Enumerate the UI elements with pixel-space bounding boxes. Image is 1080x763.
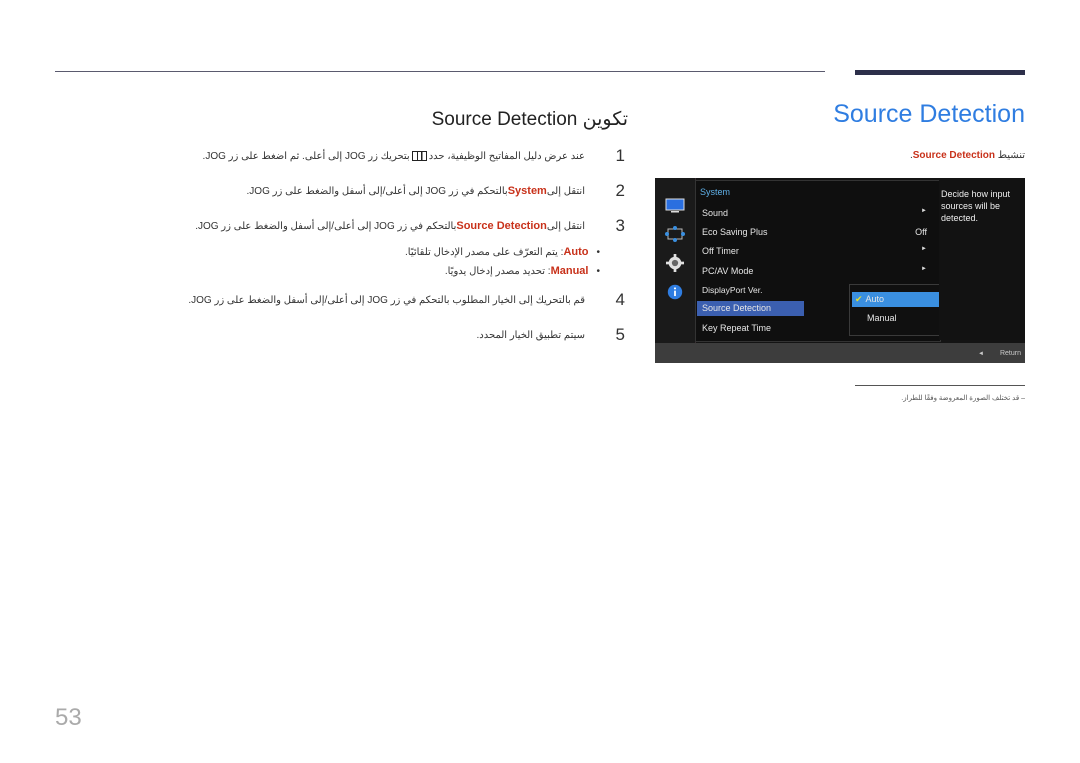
bullet-dot: • bbox=[596, 247, 600, 258]
step-number: 2 bbox=[615, 181, 625, 200]
step-highlight: Source Detection bbox=[456, 220, 547, 232]
bullet-auto: • Auto: يتم التعرّف على مصدر الإدخال تلقا… bbox=[405, 246, 600, 258]
bullet-dot: • bbox=[596, 266, 600, 277]
osd-item-sound[interactable]: Sound ► bbox=[702, 208, 927, 218]
osd-menu-screenshot: System Sound ► Eco Saving Plus Off Off Tim… bbox=[655, 178, 1025, 363]
step-number: 5 bbox=[615, 325, 625, 344]
bullet-highlight: Manual bbox=[550, 265, 589, 277]
step-text: انتقل إلى bbox=[546, 220, 585, 232]
osd-item-eco-saving-plus[interactable]: Eco Saving Plus Off bbox=[702, 227, 927, 237]
bullet-highlight: Auto bbox=[563, 246, 589, 258]
osd-item-source-detection[interactable]: Source Detection bbox=[697, 301, 804, 316]
section-title: Source Detection bbox=[833, 100, 1025, 128]
option-label: Auto bbox=[865, 294, 885, 304]
osd-item-label: PC/AV Mode bbox=[702, 266, 754, 276]
step-text-after: بالتحكم في زر JOG إلى أعلى/إلى أسفل والض… bbox=[195, 220, 457, 232]
osd-menu-list: System Sound ► Eco Saving Plus Off Off Tim… bbox=[695, 180, 971, 342]
step-text: انتقل إلى bbox=[546, 185, 585, 197]
step-text: سيتم تطبيق الخيار المحدد. bbox=[476, 329, 585, 341]
header-rule bbox=[55, 71, 825, 72]
osd-item-label: DisplayPort Ver. bbox=[702, 285, 763, 295]
osd-item-label: Off Timer bbox=[702, 246, 739, 256]
step-text: عند عرض دليل المفاتيح الوظيفية، حدد bbox=[428, 150, 585, 162]
option-label: Manual bbox=[867, 313, 897, 323]
grid-menu-icon bbox=[411, 151, 427, 161]
bullet-manual: • Manual: تحديد مصدر إدخال يدويًا. bbox=[445, 265, 600, 277]
page-heading: تكوين Source Detection bbox=[431, 109, 628, 130]
osd-description: Decide how input sources will be detecte… bbox=[941, 189, 1011, 223]
step-5: 5 سيتم تطبيق الخيار المحدد. bbox=[477, 325, 625, 345]
submenu-arrow-icon: ► bbox=[921, 208, 927, 214]
submenu-arrow-icon: ► bbox=[921, 266, 927, 272]
osd-item-off-timer[interactable]: Off Timer ► bbox=[702, 246, 927, 256]
step-4: 4 قم بالتحريك إلى الخيار المطلوب بالتحكم… bbox=[188, 290, 625, 310]
osd-description-panel: Decide how input sources will be detecte… bbox=[939, 180, 1025, 340]
osd-item-pc-av-mode[interactable]: PC/AV Mode ► bbox=[702, 266, 927, 276]
info-icon bbox=[667, 284, 683, 300]
return-label: Return bbox=[999, 350, 1021, 357]
step-3: 3 انتقل إلى Source Detection بالتحكم في … bbox=[195, 216, 625, 236]
osd-return-button[interactable]: ◄ Return bbox=[978, 350, 1021, 357]
step-number: 1 bbox=[615, 146, 625, 165]
footnote: – قد تختلف الصورة المعروضة وفقًا للطراز. bbox=[901, 395, 1025, 402]
footnote-rule bbox=[855, 385, 1025, 386]
resize-icon bbox=[665, 226, 685, 242]
osd-bottom-bar: ◄ Return bbox=[655, 343, 1025, 363]
osd-item-label: Source Detection bbox=[702, 303, 772, 313]
osd-item-label: Eco Saving Plus bbox=[702, 227, 768, 237]
subtitle-prefix: تنشيط bbox=[994, 150, 1025, 161]
bullet-text: : تحديد مصدر إدخال يدويًا. bbox=[444, 266, 551, 277]
step-highlight: System bbox=[507, 185, 547, 197]
step-text: قم بالتحريك إلى الخيار المطلوب بالتحكم ف… bbox=[188, 294, 585, 306]
osd-item-value: Off bbox=[915, 227, 927, 237]
osd-sidebar bbox=[655, 178, 696, 343]
osd-item-label: Key Repeat Time bbox=[702, 323, 772, 333]
page-number: 53 bbox=[55, 704, 82, 731]
osd-item-label: Sound bbox=[702, 208, 729, 218]
step-1: 1 عند عرض دليل المفاتيح الوظيفية، حدد بت… bbox=[203, 146, 625, 166]
bullet-text: : يتم التعرّف على مصدر الإدخال تلقائيًا. bbox=[405, 247, 564, 258]
back-arrow-icon: ◄ bbox=[978, 351, 984, 357]
step-text-after: بالتحكم في زر JOG إلى أعلى/إلى أسفل والض… bbox=[246, 185, 508, 197]
gear-icon bbox=[666, 254, 684, 272]
step-2: 2 انتقل إلى System بالتحكم في زر JOG إلى… bbox=[247, 181, 625, 201]
section-subtitle: تنشيط Source Detection. bbox=[910, 150, 1025, 161]
check-icon: ✔ bbox=[855, 294, 863, 304]
step-number: 4 bbox=[615, 290, 625, 309]
header-rule-accent bbox=[855, 70, 1025, 75]
submenu-arrow-icon: ► bbox=[921, 246, 927, 252]
osd-category-title: System bbox=[700, 187, 731, 197]
step-text-after: بتحريك زر JOG إلى أعلى. ثم اضغط على زر J… bbox=[202, 150, 410, 162]
monitor-icon bbox=[665, 198, 685, 213]
step-number: 3 bbox=[615, 216, 625, 235]
subtitle-highlight: Source Detection bbox=[912, 150, 995, 161]
